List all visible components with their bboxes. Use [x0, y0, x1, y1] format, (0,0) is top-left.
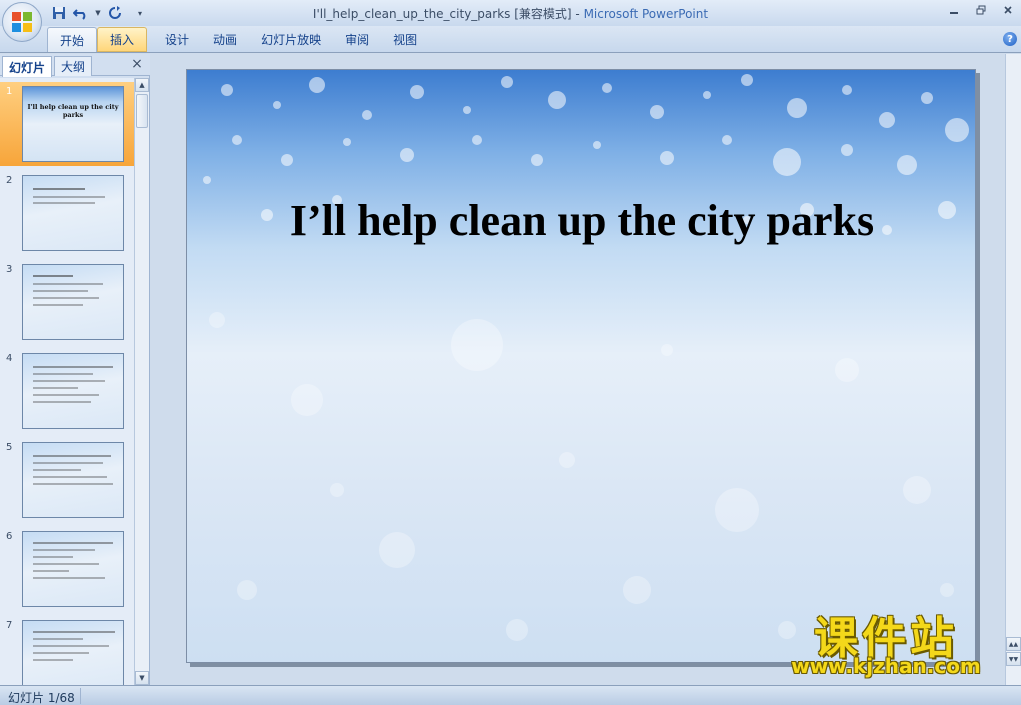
text-line: [33, 283, 103, 285]
text-line: [33, 563, 99, 565]
title-separator: -: [571, 7, 584, 21]
text-line: [33, 196, 105, 198]
watermark: 课件站 www.kjzhan.com: [768, 602, 1004, 682]
editor-scrollbar[interactable]: ▲▲ ▼▼: [1005, 54, 1021, 685]
text-line: [33, 659, 73, 661]
text-line: [33, 366, 113, 368]
slide-number: 1: [6, 86, 13, 97]
status-separator: [80, 688, 81, 704]
text-line: [33, 401, 91, 403]
slide-number: 3: [6, 264, 13, 275]
close-icon[interactable]: [994, 0, 1021, 20]
slides-panel: 幻灯片 大纲 × 1 I'll help clean up the city p…: [0, 54, 150, 685]
slide-preview: [22, 531, 124, 607]
ribbon-tabs: 开始 插入 设计 动画 幻灯片放映 审阅 视图: [47, 26, 429, 53]
panel-tabs: 幻灯片 大纲 ×: [0, 54, 150, 77]
text-line: [33, 631, 115, 633]
slide-thumbnail[interactable]: 6: [0, 527, 134, 611]
text-line: [33, 483, 113, 485]
window-controls: [940, 0, 1021, 22]
tab-slide-show[interactable]: 幻灯片放映: [249, 27, 333, 52]
application-name: Microsoft PowerPoint: [583, 7, 709, 21]
text-line: [33, 380, 105, 382]
text-line: [33, 645, 109, 647]
text-line: [33, 556, 73, 558]
slide-thumbnail-list: 1 I'll help clean up the city parks 2 3: [0, 78, 134, 685]
tab-slides[interactable]: 幻灯片: [2, 56, 53, 77]
water-drops-background: [203, 74, 969, 641]
text-line: [33, 297, 99, 299]
watermark-url: www.kjzhan.com: [791, 654, 981, 678]
tab-insert[interactable]: 插入: [97, 27, 148, 52]
slide-indicator: 幻灯片 1/68: [8, 691, 75, 705]
tab-home[interactable]: 开始: [47, 27, 98, 52]
text-line: [33, 394, 99, 396]
slide-preview: [22, 264, 124, 340]
minimize-icon[interactable]: [940, 0, 967, 20]
slide-number: 2: [6, 175, 13, 186]
slide-thumbnail[interactable]: 7: [0, 616, 134, 685]
tab-review[interactable]: 审阅: [333, 27, 381, 52]
tab-view[interactable]: 视图: [381, 27, 429, 52]
text-line: [33, 469, 81, 471]
slide-preview: [22, 442, 124, 518]
tab-outline[interactable]: 大纲: [54, 56, 93, 76]
text-line: [33, 290, 88, 292]
help-icon[interactable]: ?: [1003, 32, 1017, 46]
tab-design[interactable]: 设计: [153, 27, 201, 52]
scroll-thumb[interactable]: [136, 94, 148, 128]
current-slide[interactable]: I’ll help clean up the city parks: [186, 69, 976, 663]
text-line: [33, 373, 93, 375]
text-line: [33, 455, 111, 457]
panel-close-icon[interactable]: ×: [130, 57, 144, 71]
text-line: [33, 542, 113, 544]
window-title: I'll_help_clean_up_the_city_parks [兼容模式]…: [0, 5, 1021, 22]
slide-preview-title: I'll help clean up the city parks: [27, 103, 119, 119]
text-line: [33, 570, 69, 572]
slide-number: 4: [6, 353, 13, 364]
slide-thumbnail[interactable]: 2: [0, 171, 134, 255]
scroll-up-icon[interactable]: ▲: [135, 78, 149, 92]
slide-thumbnail[interactable]: 5: [0, 438, 134, 522]
slide-preview: [22, 175, 124, 251]
status-bar: 幻灯片 1/68: [0, 685, 1021, 705]
slide-preview: I'll help clean up the city parks: [22, 86, 124, 162]
slide-title[interactable]: I’ll help clean up the city parks: [187, 195, 975, 246]
text-line: [33, 638, 83, 640]
text-line: [33, 652, 89, 654]
slide-thumbnail[interactable]: 3: [0, 260, 134, 344]
previous-slide-icon[interactable]: ▲▲: [1006, 637, 1021, 651]
text-line: [33, 275, 73, 277]
slide-number: 7: [6, 620, 13, 631]
slide-thumbnail[interactable]: 1 I'll help clean up the city parks: [0, 82, 134, 166]
text-line: [33, 577, 105, 579]
office-logo-icon: [12, 12, 32, 32]
slide-preview: [22, 620, 124, 685]
slide-preview: [22, 353, 124, 429]
slide-thumbnail[interactable]: 4: [0, 349, 134, 433]
thumbnail-scrollbar[interactable]: ▲ ▼: [134, 78, 149, 685]
title-bar: ▼ ▾ I'll_help_clean_up_the_city_parks [兼…: [0, 0, 1021, 26]
slide-number: 6: [6, 531, 13, 542]
text-line: [33, 304, 83, 306]
ribbon: 开始 插入 设计 动画 幻灯片放映 审阅 视图 ?: [0, 26, 1021, 53]
tab-animations[interactable]: 动画: [201, 27, 249, 52]
text-line: [33, 387, 78, 389]
text-line: [33, 188, 85, 190]
text-line: [33, 202, 95, 204]
text-line: [33, 462, 103, 464]
slide-number: 5: [6, 442, 13, 453]
text-line: [33, 476, 107, 478]
document-title: I'll_help_clean_up_the_city_parks [兼容模式]: [312, 7, 572, 21]
office-button[interactable]: [2, 2, 42, 42]
next-slide-icon[interactable]: ▼▼: [1006, 652, 1021, 666]
scroll-down-icon[interactable]: ▼: [135, 671, 149, 685]
restore-icon[interactable]: [967, 0, 994, 20]
text-line: [33, 549, 95, 551]
